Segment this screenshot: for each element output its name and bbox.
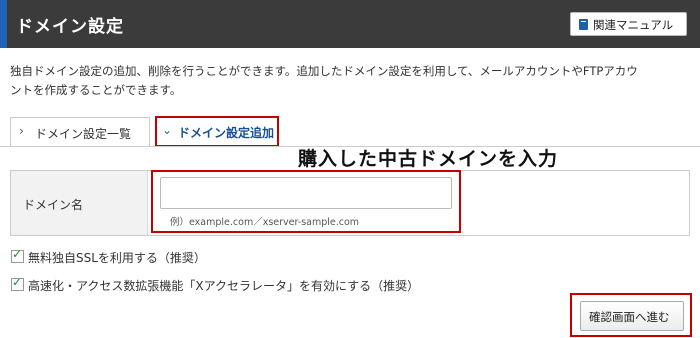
manual-button[interactable]: 関連マニュアル [570,12,687,36]
book-icon [579,19,588,30]
domain-label: ドメイン名 [23,198,84,212]
tab-domain-list[interactable]: › ドメイン設定一覧 [10,117,150,146]
instruction-annotation: 購入した中古ドメインを入力 [298,148,559,170]
confirm-button[interactable]: 確認画面へ進む [580,301,684,331]
chevron-right-icon: › [19,124,24,138]
description-line: ントを作成することができます。 [10,83,182,97]
page-title: ドメイン設定 [16,17,124,37]
page-header: ドメイン設定 関連マニュアル [0,0,700,48]
domain-example-hint: 例）example.com／xserver-sample.com [170,217,360,228]
tab-label: ドメイン設定一覧 [35,127,132,141]
description-line: 独自ドメイン設定の追加、削除を行うことができます。追加したドメイン設定を利用して… [10,64,638,78]
ssl-option-label: 無料独自SSLを利用する（推奨） [28,251,206,265]
checkbox-checked-icon[interactable] [11,275,24,291]
checkbox-checked-icon[interactable] [11,247,24,263]
page-description: 独自ドメイン設定の追加、削除を行うことができます。追加したドメイン設定を利用して… [10,62,700,100]
tab-domain-add[interactable]: ⌄ ドメイン設定追加 [155,116,279,147]
xaccelerator-option-label: 高速化・アクセス数拡張機能「Xアクセラレータ」を有効にする（推奨） [28,279,420,293]
header-accent-bar [0,0,7,48]
xaccelerator-option[interactable]: 高速化・アクセス数拡張機能「Xアクセラレータ」を有効にする（推奨） [11,275,420,294]
confirm-button-label: 確認画面へ進む [589,310,670,324]
form-label-cell: ドメイン名 [11,171,148,235]
chevron-down-icon: ⌄ [162,123,173,137]
ssl-option[interactable]: 無料独自SSLを利用する（推奨） [11,247,206,266]
tab-label: ドメイン設定追加 [178,126,275,140]
manual-button-label: 関連マニュアル [593,18,674,32]
domain-input[interactable] [160,177,452,209]
